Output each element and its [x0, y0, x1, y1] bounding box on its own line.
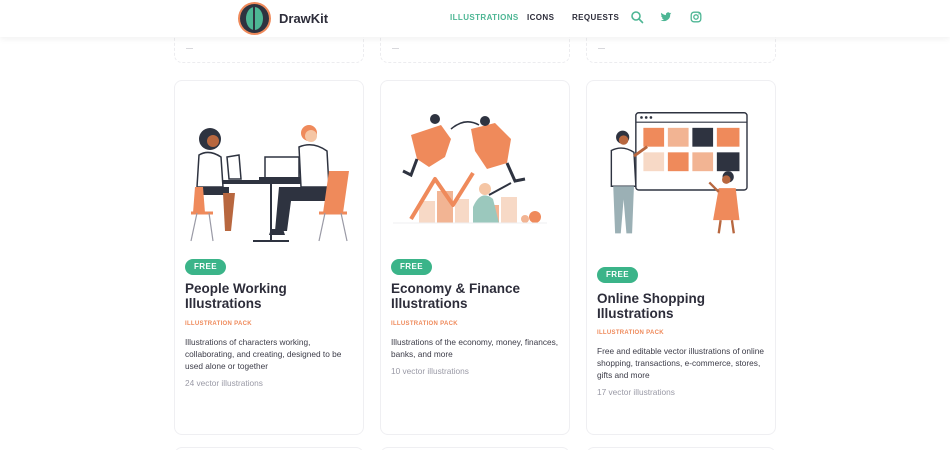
site-header: DrawKit ILLUSTRATIONS ICONS REQUESTS	[0, 0, 950, 37]
divider	[392, 48, 399, 49]
pack-card-online-shopping[interactable]: FREE Online Shopping Illustrations ILLUS…	[586, 80, 776, 435]
card-count: 17 vector illustrations	[597, 387, 675, 397]
card-description: Illustrations of characters working, col…	[185, 337, 342, 371]
search-icon[interactable]	[630, 10, 644, 24]
nav-requests[interactable]: REQUESTS	[572, 13, 619, 22]
instagram-icon[interactable]	[689, 10, 703, 24]
card-count: 24 vector illustrations	[185, 378, 263, 388]
divider	[186, 48, 193, 49]
nav-illustrations[interactable]: ILLUSTRATIONS	[450, 13, 519, 22]
pack-card-economy-finance[interactable]: FREE Economy & Finance Illustrations ILL…	[380, 80, 570, 435]
brand-logo[interactable]: DrawKit	[238, 2, 328, 35]
brand-name: DrawKit	[279, 11, 329, 26]
card-description: Free and editable vector illustrations o…	[597, 346, 764, 380]
card-title[interactable]: Online Shopping Illustrations	[597, 291, 769, 321]
nav-icons[interactable]: ICONS	[527, 13, 554, 22]
card-type-label: ILLUSTRATION PACK	[391, 321, 458, 327]
card-count: 10 vector illustrations	[391, 366, 469, 376]
logo-icon	[238, 2, 271, 35]
card-title[interactable]: Economy & Finance Illustrations	[391, 281, 563, 311]
online-shopping-illustration	[610, 112, 748, 234]
card-type-label: ILLUSTRATION PACK	[185, 321, 252, 327]
free-badge: FREE	[185, 259, 226, 275]
pack-card-people-working[interactable]: FREE People Working Illustrations ILLUST…	[174, 80, 364, 435]
free-badge: FREE	[597, 267, 638, 283]
card-title[interactable]: People Working Illustrations	[185, 281, 357, 311]
divider	[598, 48, 605, 49]
people-working-illustration	[190, 125, 349, 242]
card-type-label: ILLUSTRATION PACK	[597, 330, 664, 336]
free-badge: FREE	[391, 259, 432, 275]
economy-finance-illustration	[393, 114, 547, 224]
twitter-icon[interactable]	[659, 10, 673, 24]
card-description: Illustrations of the economy, money, fin…	[391, 337, 559, 359]
